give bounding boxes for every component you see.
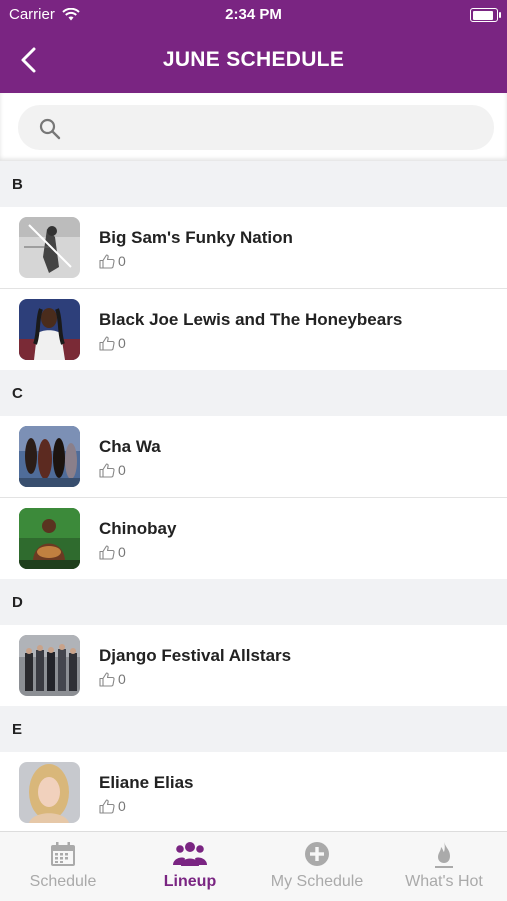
- artist-photo: [19, 762, 80, 823]
- page-title: JUNE SCHEDULE: [162, 48, 345, 71]
- list-item[interactable]: Big Sam's Funky Nation 0: [0, 207, 507, 289]
- section-letter: D: [12, 594, 23, 611]
- section-letter: C: [12, 385, 23, 402]
- like-count-value: 0: [118, 798, 126, 814]
- clock: 2:34 PM: [225, 6, 282, 23]
- nav-bar: Carrier 2:34 PM JUNE SCHEDULE: [0, 0, 507, 93]
- group-icon: [173, 842, 207, 866]
- tab-label: Schedule: [29, 873, 97, 890]
- section-header-d: D: [0, 579, 507, 625]
- search-icon: [39, 118, 61, 140]
- artist-photo: [19, 426, 80, 487]
- tab-my-schedule[interactable]: My Schedule: [254, 832, 380, 901]
- section-header-b: B: [0, 161, 507, 207]
- artist-photo: [19, 217, 80, 278]
- artist-name: Big Sam's Funky Nation: [99, 228, 293, 247]
- status-bar: Carrier 2:34 PM: [0, 5, 507, 25]
- artist-list: B Big Sam's Funky Nation 0 Black Joe Lew…: [0, 161, 507, 833]
- battery-icon: [470, 8, 501, 22]
- like-count[interactable]: 0: [99, 253, 126, 269]
- calendar-icon: [51, 842, 75, 866]
- thumbs-up-icon: [99, 672, 115, 687]
- artist-name: Django Festival Allstars: [99, 646, 292, 665]
- thumbs-up-icon: [99, 799, 115, 814]
- list-item[interactable]: Cha Wa 0: [0, 416, 507, 498]
- like-count-value: 0: [118, 335, 126, 351]
- section-header-e: E: [0, 706, 507, 752]
- tab-schedule[interactable]: Schedule: [0, 832, 126, 901]
- list-item[interactable]: Eliane Elias 0: [0, 752, 507, 833]
- tab-label: My Schedule: [270, 873, 364, 890]
- thumbs-up-icon: [99, 463, 115, 478]
- artist-photo: [19, 299, 80, 360]
- tab-whats-hot[interactable]: What's Hot: [381, 832, 507, 901]
- artist-name: Black Joe Lewis and The Honeybears: [99, 310, 403, 329]
- tab-label: What's Hot: [405, 873, 483, 890]
- like-count[interactable]: 0: [99, 544, 126, 560]
- like-count-value: 0: [118, 462, 126, 478]
- artist-name: Cha Wa: [99, 437, 161, 456]
- search-bar: [0, 93, 507, 161]
- list-item[interactable]: Chinobay 0: [0, 498, 507, 579]
- tab-bar: Schedule Lineup My Schedule What's Hot: [0, 831, 507, 901]
- tab-lineup[interactable]: Lineup: [127, 832, 253, 901]
- like-count[interactable]: 0: [99, 335, 126, 351]
- list-item[interactable]: Django Festival Allstars 0: [0, 625, 507, 706]
- thumbs-up-icon: [99, 545, 115, 560]
- flame-icon: [435, 842, 453, 868]
- like-count[interactable]: 0: [99, 462, 126, 478]
- section-letter: B: [12, 176, 23, 193]
- artist-photo: [19, 635, 80, 696]
- section-letter: E: [12, 721, 23, 738]
- like-count[interactable]: 0: [99, 671, 126, 687]
- plus-circle-icon: [305, 842, 329, 866]
- like-count[interactable]: 0: [99, 798, 126, 814]
- artist-name: Chinobay: [99, 519, 177, 538]
- artist-photo: [19, 508, 80, 569]
- list-item[interactable]: Black Joe Lewis and The Honeybears 0: [0, 289, 507, 370]
- like-count-value: 0: [118, 671, 126, 687]
- like-count-value: 0: [118, 253, 126, 269]
- section-header-c: C: [0, 370, 507, 416]
- artist-name: Eliane Elias: [99, 773, 194, 792]
- like-count-value: 0: [118, 544, 126, 560]
- search-input[interactable]: [18, 105, 494, 150]
- tab-label: Lineup: [163, 873, 217, 890]
- thumbs-up-icon: [99, 254, 115, 269]
- thumbs-up-icon: [99, 336, 115, 351]
